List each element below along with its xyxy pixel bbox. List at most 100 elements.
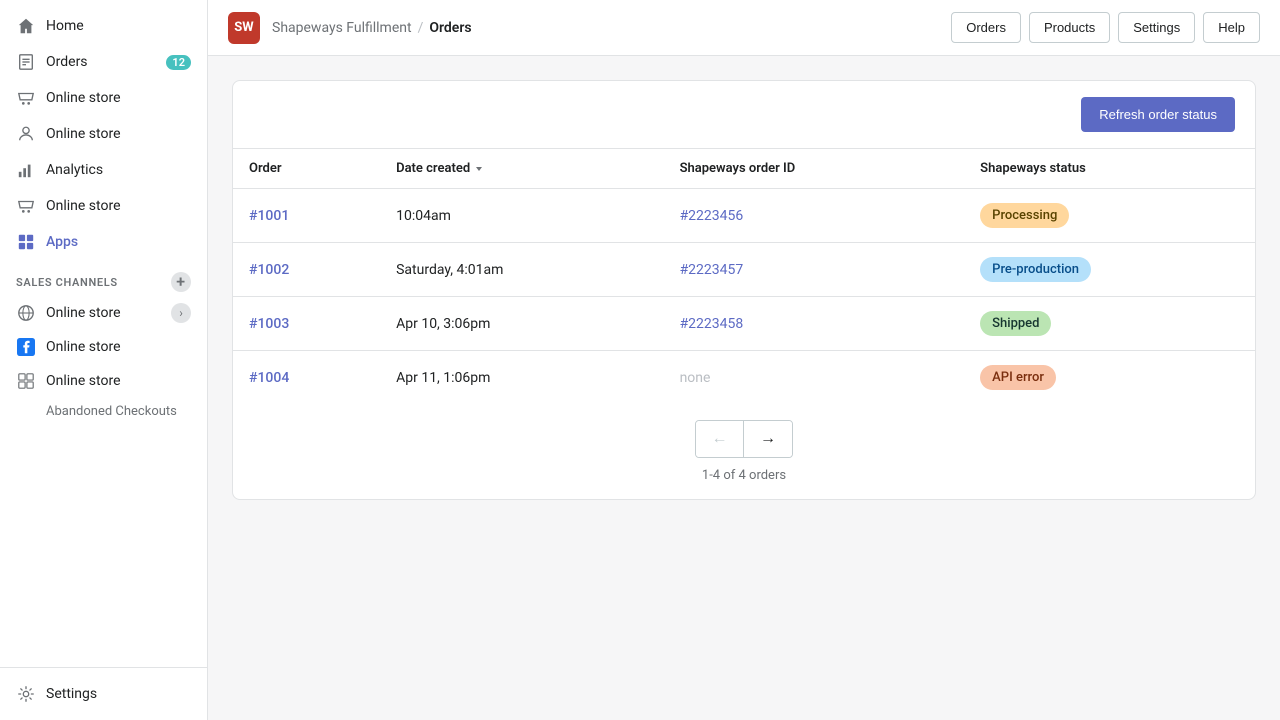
shapeways-id-link[interactable]: #2223458 xyxy=(680,316,744,332)
sidebar-item-online-store-2[interactable]: Online store xyxy=(0,116,207,152)
sales-channels-section: SALES CHANNELS + xyxy=(0,260,207,296)
col-shapeways-id: Shapeways order ID xyxy=(664,149,965,189)
none-label: none xyxy=(680,370,711,386)
sidebar-nav: Home Orders 12 Online store Online store xyxy=(0,0,207,667)
sidebar-home-label: Home xyxy=(46,18,84,34)
orders-badge: 12 xyxy=(166,55,191,70)
sales-channels-label: SALES CHANNELS xyxy=(16,276,118,289)
store-icon-1 xyxy=(16,88,36,108)
person-icon xyxy=(16,124,36,144)
status-badge: Processing xyxy=(980,203,1069,228)
facebook-icon xyxy=(16,337,36,357)
breadcrumb-page: Orders xyxy=(429,20,471,36)
table-row: #1002 Saturday, 4:01am #2223457 Pre-prod… xyxy=(233,243,1255,297)
date-cell: 10:04am xyxy=(380,189,663,243)
pagination-info: 1-4 of 4 orders xyxy=(702,468,786,483)
order-link[interactable]: #1003 xyxy=(249,316,289,332)
sidebar: Home Orders 12 Online store Online store xyxy=(0,0,208,720)
order-link[interactable]: #1004 xyxy=(249,370,289,386)
date-cell: Saturday, 4:01am xyxy=(380,243,663,297)
refresh-order-status-button[interactable]: Refresh order status xyxy=(1081,97,1235,132)
globe-icon xyxy=(16,303,36,323)
analytics-icon xyxy=(16,160,36,180)
sc-1-arrow[interactable]: › xyxy=(171,303,191,323)
status-cell: API error xyxy=(964,351,1255,405)
nav-orders-button[interactable]: Orders xyxy=(951,12,1021,43)
orders-icon xyxy=(16,52,36,72)
order-link[interactable]: #1002 xyxy=(249,262,289,278)
main-area: SW Shapeways Fulfillment / Orders Orders… xyxy=(208,0,1280,720)
nav-settings-button[interactable]: Settings xyxy=(1118,12,1195,43)
sidebar-orders-label: Orders xyxy=(46,54,88,70)
prev-page-button[interactable]: ← xyxy=(696,421,744,457)
sidebar-sc-1-label: Online store xyxy=(46,305,121,321)
next-page-button[interactable]: → xyxy=(744,421,792,457)
col-order: Order xyxy=(233,149,380,189)
content: Refresh order status Order Date created xyxy=(208,56,1280,720)
status-badge: API error xyxy=(980,365,1056,390)
nav-help-button[interactable]: Help xyxy=(1203,12,1260,43)
sidebar-online-store-1-label: Online store xyxy=(46,90,121,106)
sidebar-item-orders[interactable]: Orders 12 xyxy=(0,44,207,80)
table-row: #1001 10:04am #2223456 Processing xyxy=(233,189,1255,243)
shapeways-id-cell: none xyxy=(664,351,965,405)
shapeways-id-link[interactable]: #2223456 xyxy=(680,208,744,224)
date-cell: Apr 11, 1:06pm xyxy=(380,351,663,405)
sidebar-sc-2-label: Online store xyxy=(46,339,121,355)
sidebar-analytics-label: Analytics xyxy=(46,162,103,178)
home-icon xyxy=(16,16,36,36)
order-cell: #1002 xyxy=(233,243,380,297)
sidebar-online-store-3-label: Online store xyxy=(46,198,121,214)
shapeways-id-cell: #2223458 xyxy=(664,297,965,351)
sidebar-sc-1[interactable]: Online store › xyxy=(0,296,207,330)
breadcrumb-app: Shapeways Fulfillment xyxy=(272,20,412,36)
card-header: Refresh order status xyxy=(233,81,1255,149)
col-status: Shapeways status xyxy=(964,149,1255,189)
topbar-actions: Orders Products Settings Help xyxy=(951,12,1260,43)
apps-icon xyxy=(16,232,36,252)
breadcrumb-sep: / xyxy=(418,20,424,36)
shapeways-id-link[interactable]: #2223457 xyxy=(680,262,744,278)
pagination: ← → 1-4 of 4 orders xyxy=(233,404,1255,499)
sidebar-item-apps[interactable]: Apps xyxy=(0,224,207,260)
shapeways-id-cell: #2223456 xyxy=(664,189,965,243)
sidebar-bottom: Settings xyxy=(0,667,207,720)
sidebar-item-analytics[interactable]: Analytics xyxy=(0,152,207,188)
orders-table: Order Date created Shapeways order ID xyxy=(233,149,1255,404)
abandoned-checkouts-link[interactable]: Abandoned Checkouts xyxy=(0,398,207,425)
status-cell: Processing xyxy=(964,189,1255,243)
sidebar-sc-3[interactable]: Online store xyxy=(0,364,207,398)
table-row: #1004 Apr 11, 1:06pm none API error xyxy=(233,351,1255,405)
pagination-buttons: ← → xyxy=(695,420,793,458)
sidebar-online-store-2-label: Online store xyxy=(46,126,121,142)
shapeways-id-cell: #2223457 xyxy=(664,243,965,297)
sidebar-item-online-store-3[interactable]: Online store xyxy=(0,188,207,224)
topbar: SW Shapeways Fulfillment / Orders Orders… xyxy=(208,0,1280,56)
app-logo: SW xyxy=(228,12,260,44)
nav-products-button[interactable]: Products xyxy=(1029,12,1110,43)
status-badge: Pre-production xyxy=(980,257,1091,282)
date-cell: Apr 10, 3:06pm xyxy=(380,297,663,351)
status-cell: Shipped xyxy=(964,297,1255,351)
status-cell: Pre-production xyxy=(964,243,1255,297)
breadcrumb: Shapeways Fulfillment / Orders xyxy=(272,20,472,36)
sidebar-sc-2[interactable]: Online store xyxy=(0,330,207,364)
order-cell: #1004 xyxy=(233,351,380,405)
add-sales-channel-button[interactable]: + xyxy=(171,272,191,292)
order-cell: #1001 xyxy=(233,189,380,243)
order-cell: #1003 xyxy=(233,297,380,351)
settings-icon xyxy=(16,684,36,704)
store-icon-3 xyxy=(16,196,36,216)
sidebar-item-home[interactable]: Home xyxy=(0,8,207,44)
sidebar-apps-label: Apps xyxy=(46,234,78,250)
status-badge: Shipped xyxy=(980,311,1051,336)
sidebar-item-settings[interactable]: Settings xyxy=(0,676,207,712)
table-row: #1003 Apr 10, 3:06pm #2223458 Shipped xyxy=(233,297,1255,351)
order-link[interactable]: #1001 xyxy=(249,208,289,224)
sidebar-item-online-store-1[interactable]: Online store xyxy=(0,80,207,116)
sidebar-sc-3-label: Online store xyxy=(46,373,121,389)
sidebar-settings-label: Settings xyxy=(46,686,97,702)
col-date[interactable]: Date created xyxy=(380,149,663,189)
orders-card: Refresh order status Order Date created xyxy=(232,80,1256,500)
grid-icon xyxy=(16,371,36,391)
